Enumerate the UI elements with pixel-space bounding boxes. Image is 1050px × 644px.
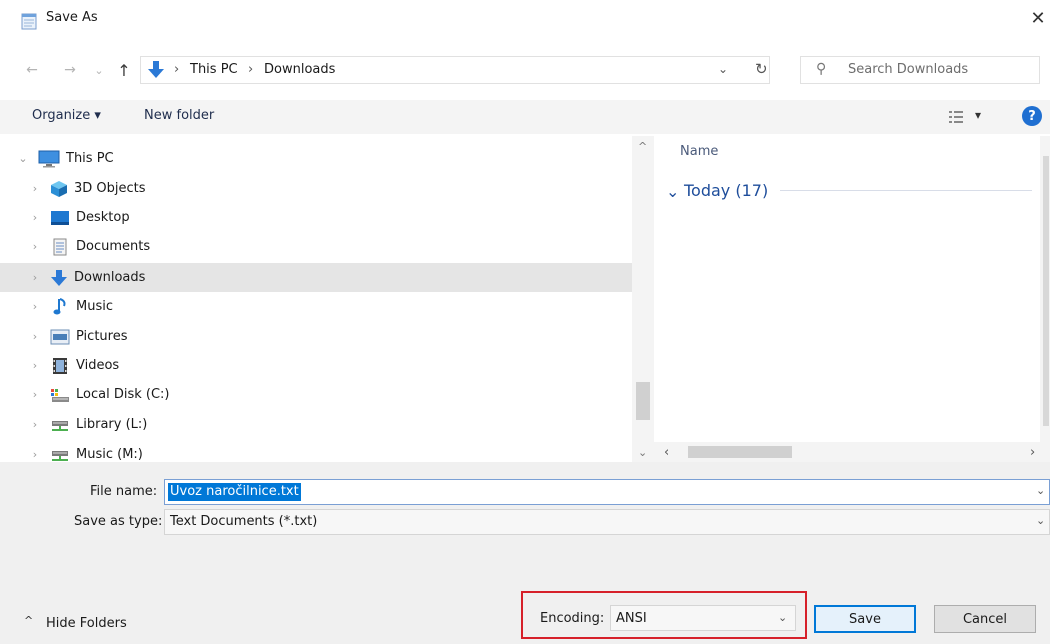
tree-item-label: Downloads [74, 270, 146, 285]
tree-item-3d-objects[interactable]: › 3D Objects [0, 174, 632, 203]
computer-icon [38, 150, 60, 167]
up-icon[interactable]: ↑ [114, 59, 134, 81]
expand-chevron-icon[interactable]: › [28, 388, 42, 401]
tree-item-label: Local Disk (C:) [76, 387, 170, 402]
scroll-down-icon[interactable]: ⌄ [638, 446, 647, 459]
encoding-dropdown-icon[interactable]: ⌄ [778, 611, 787, 624]
group-header-today[interactable]: Today (17) [684, 181, 768, 200]
notepad-icon [21, 13, 37, 30]
address-dropdown-icon[interactable]: ⌄ [718, 62, 728, 76]
expand-chevron-icon[interactable]: › [28, 211, 42, 224]
search-icon: ⚲ [816, 61, 827, 77]
filename-value: Uvoz naročilnice.txt [168, 483, 301, 501]
savetype-value: Text Documents (*.txt) [170, 514, 318, 529]
tree-item-label: Library (L:) [76, 417, 148, 432]
scroll-left-icon[interactable]: ‹ [664, 445, 669, 460]
network-drive-icon [52, 420, 68, 431]
tree-item-local-disk-c[interactable]: › Local Disk (C:) [0, 380, 632, 409]
tree-item-downloads[interactable]: › Downloads [0, 263, 632, 292]
organize-button[interactable]: Organize ▾ [32, 108, 101, 123]
tree-item-label: 3D Objects [74, 181, 146, 196]
downloads-icon [148, 61, 164, 78]
group-divider [780, 190, 1032, 191]
encoding-label: Encoding: [540, 611, 605, 626]
expand-chevron-icon[interactable]: › [28, 300, 42, 313]
pictures-icon [50, 329, 70, 344]
savetype-dropdown-icon[interactable]: ⌄ [1036, 514, 1045, 527]
breadcrumb-downloads[interactable]: Downloads [264, 62, 335, 77]
group-collapse-icon[interactable]: ⌄ [666, 182, 679, 201]
tree-item-pictures[interactable]: › Pictures [0, 322, 632, 351]
tree-item-videos[interactable]: › Videos [0, 351, 632, 380]
tree-item-label: Music (M:) [76, 447, 143, 462]
expand-chevron-icon[interactable]: › [28, 359, 42, 372]
column-header-name[interactable]: Name [680, 144, 718, 159]
tree-item-documents[interactable]: › Documents [0, 232, 632, 261]
downloads-icon [51, 269, 67, 286]
view-dropdown-icon[interactable]: ▾ [975, 108, 981, 122]
tree-item-label: Music [76, 299, 113, 314]
hide-folders-icon[interactable]: ^ [24, 614, 33, 627]
breadcrumb-this-pc[interactable]: This PC [190, 62, 238, 77]
expand-chevron-icon[interactable]: › [28, 448, 42, 461]
file-list-horizontal-scroll-thumb[interactable] [688, 446, 792, 458]
close-icon[interactable]: ✕ [1026, 6, 1050, 30]
expand-chevron-icon[interactable]: › [28, 240, 42, 253]
breadcrumb-separator: › [248, 62, 254, 77]
tree-item-desktop[interactable]: › Desktop [0, 203, 632, 232]
recent-locations-icon[interactable]: ⌄ [92, 60, 106, 80]
cancel-button[interactable]: Cancel [934, 605, 1036, 633]
back-icon[interactable]: ← [22, 60, 42, 80]
expand-chevron-icon[interactable]: › [28, 271, 42, 284]
help-icon[interactable]: ? [1022, 106, 1042, 126]
local-disk-icon [51, 388, 69, 402]
tree-item-label: Documents [76, 239, 151, 254]
music-icon [53, 297, 66, 314]
documents-icon [53, 238, 67, 255]
save-button[interactable]: Save [814, 605, 916, 633]
tree-item-label: Desktop [76, 210, 130, 225]
title-bar [0, 0, 1050, 38]
breadcrumb-separator: › [174, 62, 180, 77]
tree-item-label: Pictures [76, 329, 128, 344]
tree-item-label: Videos [76, 358, 120, 373]
hide-folders-button[interactable]: Hide Folders [46, 616, 127, 631]
desktop-icon [51, 210, 69, 225]
network-drive-icon [52, 450, 68, 461]
tree-item-this-pc[interactable]: ⌄ This PC [0, 144, 632, 173]
tree-item-label: This PC [66, 151, 114, 166]
expand-chevron-icon[interactable]: › [28, 330, 42, 343]
videos-icon [53, 357, 67, 374]
filename-label: File name: [90, 484, 158, 499]
savetype-label: Save as type: [74, 514, 163, 529]
expand-chevron-icon[interactable]: › [28, 418, 42, 431]
tree-item-library-l[interactable]: › Library (L:) [0, 410, 632, 439]
collapse-chevron-icon[interactable]: ⌄ [16, 152, 30, 165]
file-list-vertical-scroll-thumb[interactable] [1043, 156, 1049, 426]
scroll-up-icon[interactable]: ^ [638, 140, 647, 153]
3d-objects-icon [51, 180, 67, 197]
tree-item-music[interactable]: › Music [0, 292, 632, 321]
new-folder-button[interactable]: New folder [144, 108, 214, 123]
encoding-value: ANSI [616, 611, 647, 626]
view-options-icon[interactable] [949, 111, 963, 123]
scroll-right-icon[interactable]: › [1030, 445, 1035, 460]
window-title: Save As [46, 10, 98, 25]
filename-dropdown-icon[interactable]: ⌄ [1036, 484, 1045, 497]
search-input[interactable]: Search Downloads [848, 62, 968, 77]
forward-icon[interactable]: → [60, 60, 80, 80]
expand-chevron-icon[interactable]: › [28, 182, 42, 195]
navigation-pane-scroll-thumb[interactable] [636, 382, 650, 420]
refresh-icon[interactable]: ↻ [755, 60, 768, 78]
